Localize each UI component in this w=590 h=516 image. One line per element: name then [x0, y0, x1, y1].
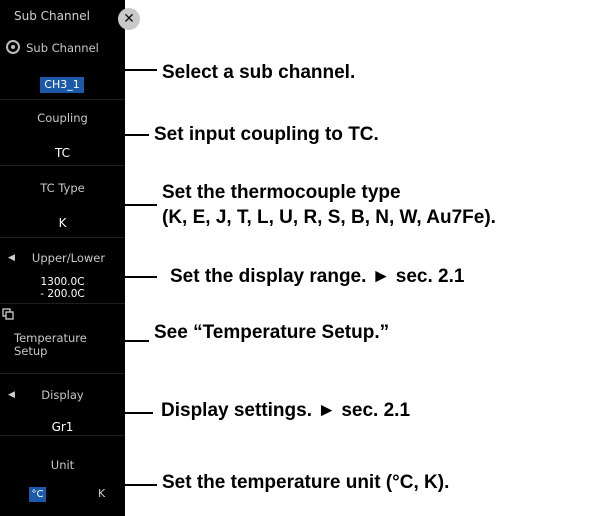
sub-channel-menu-panel: Sub Channel Sub Channel CH3_1 Coupling T…: [0, 0, 125, 516]
leader-line: [125, 204, 157, 206]
annotation-upper-lower: Set the display range. ► sec. 2.1: [170, 266, 465, 287]
display-value: Gr1: [51, 420, 74, 434]
menu-title: Sub Channel: [14, 9, 90, 23]
coupling-label: Coupling: [37, 111, 88, 125]
annotation-temperature-setup: See “Temperature Setup.”: [154, 322, 390, 343]
close-icon[interactable]: ✕: [118, 8, 140, 30]
tc-type-label: TC Type: [40, 181, 85, 195]
unit-softkey[interactable]: Unit °C K: [0, 436, 125, 516]
unit-label: Unit: [50, 458, 75, 472]
unit-option-celsius[interactable]: °C: [29, 487, 46, 502]
leader-line: [125, 134, 149, 136]
temperature-setup-label-line2: Setup: [14, 344, 48, 358]
upper-lower-label: Upper/Lower: [31, 251, 106, 265]
sub-channel-value: CH3_1: [40, 77, 84, 93]
coupling-value: TC: [54, 146, 70, 160]
leader-line: [125, 340, 149, 342]
temperature-setup-label: Temperature Setup: [14, 332, 87, 358]
tc-type-softkey[interactable]: TC Type K: [0, 166, 125, 238]
annotation-tc-type-line2: (K, E, J, T, L, U, R, S, B, N, W, Au7Fe)…: [162, 207, 496, 228]
lower-value: - 200.0C: [40, 288, 85, 300]
annotation-coupling: Set input coupling to TC.: [154, 124, 379, 145]
leader-line: [125, 412, 153, 414]
annotation-sub-channel: Select a sub channel.: [162, 62, 356, 83]
leader-line: [125, 276, 157, 278]
menu-title-bar: Sub Channel: [0, 0, 125, 34]
leader-line: [125, 69, 157, 71]
display-label: Display: [41, 388, 84, 402]
sub-channel-label: Sub Channel: [26, 41, 99, 55]
annotation-display: Display settings. ► sec. 2.1: [161, 400, 411, 421]
unit-option-kelvin[interactable]: K: [98, 487, 105, 500]
display-softkey[interactable]: ◀ Display Gr1: [0, 374, 125, 436]
leader-line: [125, 484, 157, 486]
upper-lower-softkey[interactable]: ◀ Upper/Lower 1300.0C - 200.0C: [0, 238, 125, 304]
tc-type-value: K: [58, 216, 67, 230]
annotation-unit: Set the temperature unit (°C, K).: [162, 472, 450, 493]
submenu-icon: [2, 308, 14, 320]
sub-channel-softkey[interactable]: Sub Channel CH3_1: [0, 34, 125, 100]
annotation-tc-type-line1: Set the thermocouple type: [162, 182, 401, 203]
temperature-setup-softkey[interactable]: Temperature Setup: [0, 304, 125, 374]
coupling-softkey[interactable]: Coupling TC: [0, 100, 125, 166]
upper-value: 1300.0C: [40, 276, 85, 288]
